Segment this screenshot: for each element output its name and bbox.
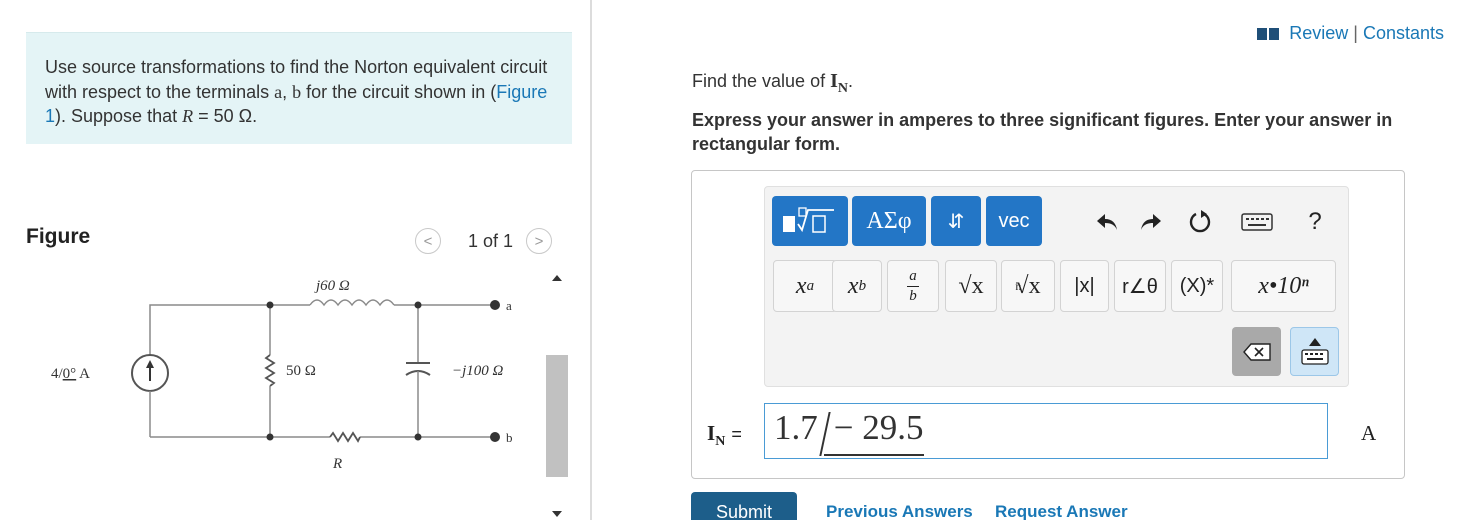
node-top-right [414, 301, 422, 309]
undo-button[interactable] [1087, 202, 1127, 242]
help-button[interactable]: ? [1295, 202, 1335, 242]
polar-button[interactable]: r∠θ [1114, 260, 1166, 312]
constants-link[interactable]: Constants [1363, 23, 1444, 44]
scroll-up-icon[interactable] [552, 275, 562, 281]
node-top-left [266, 301, 274, 309]
resistor-r-label: R [332, 456, 342, 472]
arrow-up-icon [146, 360, 154, 368]
answer-angle: − 29.5 [819, 408, 924, 456]
question-prefix: Find the value of [692, 71, 831, 91]
templates-icon [783, 207, 834, 233]
pager-count: 1 of 1 [468, 230, 514, 251]
greek-button[interactable]: ΑΣφ [852, 196, 926, 246]
inductor-coil [309, 299, 395, 307]
previous-answers-link[interactable]: Previous Answers [826, 502, 973, 520]
answer-value: 1.7 − 29.5 [774, 408, 924, 456]
inductor-label: j60 Ω [314, 278, 350, 294]
problem-text-3: ). Suppose that [55, 106, 183, 126]
sqrt-button[interactable]: √x [945, 260, 997, 312]
r-value: = 50 Ω. [193, 106, 258, 126]
resistor-50-label: 50 Ω [286, 363, 316, 379]
panel-divider [590, 0, 592, 520]
terminal-b-label: b [506, 430, 513, 445]
problem-statement: Use source transformations to find the N… [26, 32, 572, 144]
subscript-button[interactable]: xb [832, 260, 882, 312]
node-bottom-left [266, 433, 274, 441]
templates-button[interactable] [772, 196, 848, 246]
link-separator: | [1353, 23, 1358, 43]
fraction-button[interactable]: a b [887, 260, 939, 312]
chevron-left-icon: < [423, 232, 433, 250]
power-button[interactable]: xa [773, 260, 837, 312]
figure-scrollbar[interactable] [546, 275, 568, 520]
undo-icon [1097, 214, 1117, 230]
keyboard-icon [1300, 349, 1329, 365]
terminal-a-node [490, 300, 500, 310]
capacitor-label: −j100 Ω [452, 363, 504, 379]
redo-button[interactable] [1131, 202, 1171, 242]
answer-magnitude: 1.7 [774, 408, 818, 447]
abs-button[interactable]: |x| [1060, 260, 1109, 312]
prev-figure-button[interactable]: < [415, 228, 441, 254]
problem-comma: , [282, 81, 293, 102]
terminal-a-label: a [506, 298, 512, 313]
next-figure-button[interactable]: > [526, 228, 553, 254]
terminal-b-var: b [292, 81, 302, 102]
backspace-button[interactable] [1232, 327, 1281, 376]
vec-button[interactable]: vec [986, 196, 1042, 246]
scroll-down-icon[interactable] [552, 511, 562, 517]
toggle-keyboard-button[interactable] [1290, 327, 1339, 376]
resistor-50-zigzag [264, 354, 276, 387]
r-var: R [182, 106, 194, 126]
question-var: IN [830, 70, 849, 96]
scientific-notation-button[interactable]: x•10ⁿ [1231, 260, 1336, 312]
source-label: 4/0° A [51, 366, 90, 382]
keyboard-icon [1241, 213, 1273, 231]
reset-button[interactable] [1180, 202, 1220, 242]
answer-unit: A [1361, 421, 1377, 445]
submit-button[interactable]: Submit [691, 492, 797, 520]
figure-pager: < 1 of 1 > [415, 228, 553, 254]
angle-base [823, 454, 924, 456]
backspace-icon [1242, 342, 1271, 361]
book-icon [1257, 27, 1280, 40]
figure-heading: Figure [26, 225, 91, 248]
nth-root-button[interactable]: n √x [1001, 260, 1055, 312]
problem-panel: Use source transformations to find the N… [0, 0, 590, 520]
reset-icon [1189, 210, 1211, 233]
conjugate-button[interactable]: (X)* [1171, 260, 1223, 312]
keyboard-shortcuts-button[interactable] [1237, 202, 1277, 242]
question-text: Find the value of IN. [692, 70, 853, 97]
review-link[interactable]: Review [1289, 23, 1348, 44]
redo-icon [1141, 214, 1161, 230]
node-bottom-right [414, 433, 422, 441]
caret-up-icon [1308, 338, 1321, 346]
question-suffix: . [848, 71, 854, 91]
chevron-right-icon: > [534, 232, 544, 250]
arrows-button[interactable]: ⇵ [931, 196, 981, 246]
circuit-diagram: 4/0° A j60 Ω 50 Ω −j100 Ω R a b [51, 278, 513, 472]
review-constants-links: Review | Constants [1257, 23, 1444, 44]
fraction-bar [907, 285, 919, 287]
answer-instructions: Express your answer in amperes to three … [692, 110, 1393, 154]
problem-text-2: for the circuit shown in ( [301, 81, 497, 102]
request-answer-link[interactable]: Request Answer [995, 502, 1128, 520]
answer-label: IN = [707, 421, 742, 450]
scrollbar-thumb[interactable] [546, 355, 568, 477]
terminal-a-var: a [274, 81, 283, 102]
wire-top-left [149, 304, 270, 355]
resistor-r-zigzag [329, 431, 361, 443]
answer-angle-value: − 29.5 [833, 408, 924, 447]
terminal-b-node [490, 432, 500, 442]
